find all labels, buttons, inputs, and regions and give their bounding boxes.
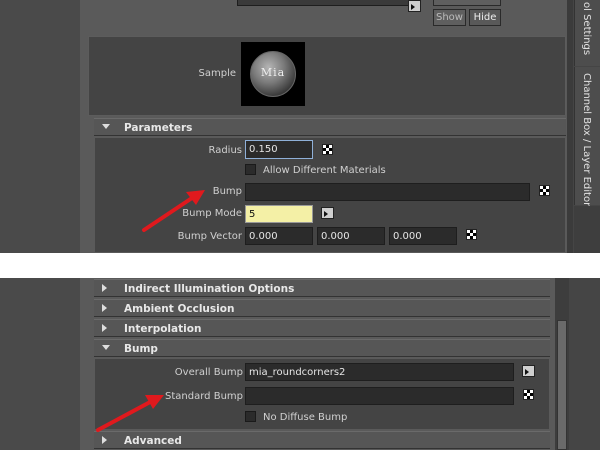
red-arrow-lower — [96, 395, 164, 432]
